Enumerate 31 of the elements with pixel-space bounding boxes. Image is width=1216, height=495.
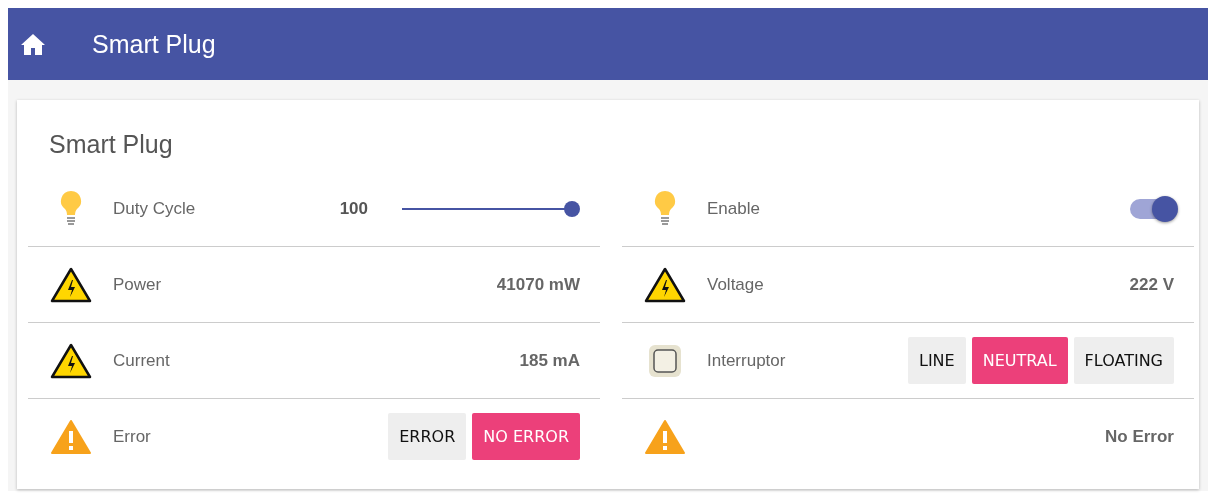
option-button[interactable]: NO ERROR: [472, 413, 580, 460]
home-icon[interactable]: [20, 33, 46, 55]
reading-value: No Error: [1105, 426, 1174, 447]
reading-value: 222 V: [1129, 274, 1174, 295]
row-label: Enable: [707, 198, 760, 219]
reading-value: 185 mA: [519, 350, 580, 371]
light-bulb-icon: [59, 189, 82, 228]
slider[interactable]: [402, 200, 580, 217]
light-bulb-icon: [653, 189, 676, 228]
option-button[interactable]: NEUTRAL: [971, 337, 1068, 384]
card-title: Smart Plug: [49, 130, 174, 159]
high-voltage-icon: [49, 266, 92, 303]
row-label: Interruptor: [707, 350, 786, 371]
option-button[interactable]: LINE: [907, 337, 966, 384]
slider-thumb[interactable]: [564, 200, 580, 217]
warning-icon: [644, 419, 685, 454]
app-title: Smart Plug: [92, 29, 216, 59]
row-label: Duty Cycle: [113, 198, 196, 219]
row-label: Current: [113, 350, 170, 371]
option-button[interactable]: ERROR: [388, 413, 467, 460]
option-button[interactable]: FLOATING: [1073, 337, 1174, 384]
row-label: Voltage: [707, 274, 764, 295]
wall-switch-icon: [647, 343, 682, 378]
toggle-switch[interactable]: [1128, 195, 1178, 222]
reading-value: 41070 mW: [496, 274, 580, 295]
warning-icon: [50, 419, 91, 454]
slider-value: 100: [339, 198, 368, 219]
high-voltage-icon: [643, 266, 686, 303]
row-label: Power: [113, 274, 162, 295]
row-label: Error: [113, 426, 151, 447]
high-voltage-icon: [49, 342, 92, 379]
